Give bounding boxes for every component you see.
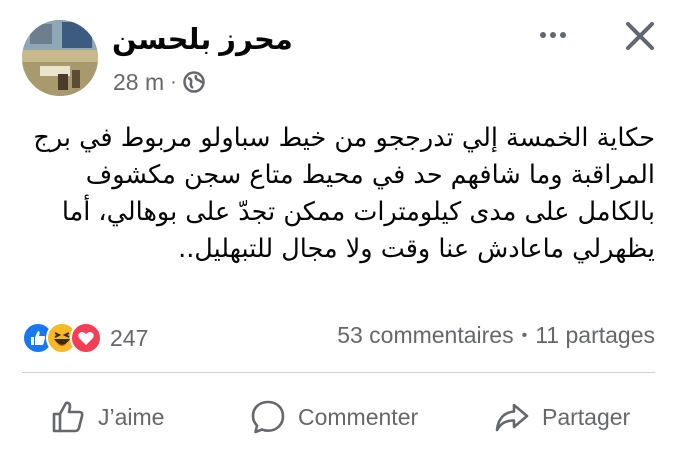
comment-button[interactable]: Commenter: [250, 392, 418, 442]
engagement-separator: •: [521, 326, 528, 344]
more-dot: [560, 32, 566, 38]
globe-icon[interactable]: [183, 71, 205, 93]
author-name[interactable]: محرز بلحسن: [112, 22, 293, 57]
share-button[interactable]: Partager: [494, 392, 630, 442]
shares-count[interactable]: 11 partages: [535, 322, 655, 349]
share-arrow-icon: [495, 403, 529, 432]
close-icon: [626, 22, 654, 50]
post-meta: 28 m ·: [113, 68, 205, 96]
avatar[interactable]: [22, 20, 98, 96]
divider: [22, 372, 655, 373]
avatar-photo: [22, 20, 98, 96]
engagement-summary: 53 commentaires • 11 partages: [337, 322, 655, 349]
like-button[interactable]: J’aime: [50, 392, 164, 442]
more-dot: [550, 32, 556, 38]
post-text-line: يظهرلي ماعادش عنا وقت ولا مجال للتبهليل.…: [178, 234, 655, 264]
post-text-line: حكاية الخمسة إلي تدرججو من خيط سباولو مر…: [33, 123, 655, 153]
more-dot: [540, 32, 546, 38]
post-text: حكاية الخمسة إلي تدرججو من خيط سباولو مر…: [22, 120, 655, 268]
share-label: Partager: [542, 403, 631, 430]
post-text-line: المراقبة وما شافهم حد في محيط متاع سجن م…: [85, 160, 655, 190]
thumbs-up-icon: [52, 401, 84, 433]
close-button[interactable]: [620, 16, 660, 56]
like-label: J’aime: [98, 403, 165, 430]
reactions-summary[interactable]: 247: [22, 320, 148, 356]
action-bar: J’aime Commenter Partager: [0, 392, 675, 442]
facebook-post: محرز بلحسن 28 m · حكاية الخمسة إلي تدرجج…: [0, 0, 675, 456]
post-text-line: بالكامل على مدى كيلومترات ممكن تجدّ على …: [61, 197, 655, 227]
post-time[interactable]: 28 m: [113, 69, 164, 96]
comment-label: Commenter: [298, 403, 419, 430]
comments-count[interactable]: 53 commentaires: [337, 322, 513, 349]
meta-separator: ·: [170, 70, 177, 93]
love-icon: [70, 322, 102, 354]
reaction-count[interactable]: 247: [110, 325, 148, 352]
comment-icon: [251, 400, 285, 434]
more-options-button[interactable]: [533, 20, 573, 50]
